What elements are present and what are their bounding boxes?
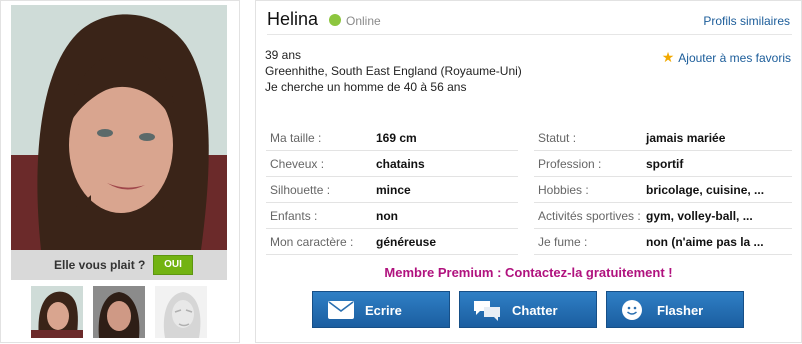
attribute-value: généreuse bbox=[376, 235, 437, 249]
attribute-value: chatains bbox=[376, 157, 425, 171]
attribute-value: 169 cm bbox=[376, 131, 417, 145]
attribute-row: Je fume : non (n'aime pas la ... bbox=[534, 229, 792, 255]
envelope-icon bbox=[328, 301, 354, 319]
chat-button[interactable]: Chatter bbox=[459, 291, 597, 328]
attribute-row: Silhouette : mince bbox=[266, 177, 518, 203]
attribute-row: Activités sportives : gym, volley-ball, … bbox=[534, 203, 792, 229]
attribute-value: non bbox=[376, 209, 398, 223]
photo-thumbnail-1[interactable] bbox=[31, 286, 83, 338]
online-status-icon bbox=[329, 14, 341, 26]
profile-info-panel: Helina Online Profils similaires 39 ans … bbox=[255, 0, 802, 343]
attribute-row: Enfants : non bbox=[266, 203, 518, 229]
attribute-value: gym, volley-ball, ... bbox=[646, 209, 753, 223]
vote-yes-button[interactable]: OUI bbox=[153, 255, 193, 275]
attribute-value: bricolage, cuisine, ... bbox=[646, 183, 765, 197]
online-status-label: Online bbox=[346, 14, 381, 28]
attribute-value: mince bbox=[376, 183, 411, 197]
attribute-label: Enfants : bbox=[270, 209, 318, 223]
main-profile-photo[interactable] bbox=[11, 5, 227, 250]
similar-profiles-link[interactable]: Profils similaires bbox=[703, 14, 790, 28]
premium-contact-link[interactable]: Membre Premium : Contactez-la gratuiteme… bbox=[256, 265, 801, 280]
flash-button-label: Flasher bbox=[657, 303, 704, 318]
vote-question: Elle vous plait ? bbox=[54, 258, 146, 272]
attribute-label: Cheveux : bbox=[270, 157, 325, 171]
vote-bar: Elle vous plait ? OUI bbox=[11, 250, 227, 280]
attribute-value: non (n'aime pas la ... bbox=[646, 235, 764, 249]
photo-thumbnail-3[interactable] bbox=[155, 286, 207, 338]
photo-panel: Elle vous plait ? OUI bbox=[0, 0, 240, 343]
profile-name: Helina bbox=[267, 9, 319, 29]
attribute-label: Mon caractère : bbox=[270, 235, 354, 249]
attribute-value: sportif bbox=[646, 157, 684, 171]
attribute-label: Activités sportives : bbox=[538, 209, 641, 223]
attribute-label: Je fume : bbox=[538, 235, 588, 249]
chat-bubbles-icon bbox=[474, 301, 500, 321]
attribute-row: Statut : jamais mariée bbox=[534, 125, 792, 151]
chat-button-label: Chatter bbox=[512, 303, 558, 318]
header-divider bbox=[267, 34, 792, 35]
attribute-label: Ma taille : bbox=[270, 131, 322, 145]
flash-button[interactable]: Flasher bbox=[606, 291, 744, 328]
attribute-label: Profession : bbox=[538, 157, 602, 171]
attribute-row: Mon caractère : généreuse bbox=[266, 229, 518, 255]
attribute-row: Cheveux : chatains bbox=[266, 151, 518, 177]
attribute-row: Hobbies : bricolage, cuisine, ... bbox=[534, 177, 792, 203]
smiley-icon bbox=[622, 300, 642, 320]
write-button[interactable]: Ecrire bbox=[312, 291, 450, 328]
attribute-label: Silhouette : bbox=[270, 183, 331, 197]
attribute-row: Profession : sportif bbox=[534, 151, 792, 177]
add-favorite-link[interactable]: ★ Ajouter à mes favoris bbox=[662, 49, 791, 66]
write-button-label: Ecrire bbox=[365, 303, 402, 318]
profile-age: 39 ans bbox=[265, 48, 302, 62]
attribute-value: jamais mariée bbox=[646, 131, 726, 145]
attribute-label: Hobbies : bbox=[538, 183, 589, 197]
add-favorite-label: Ajouter à mes favoris bbox=[678, 51, 791, 65]
star-icon: ★ bbox=[661, 49, 675, 65]
profile-seeking: Je cherche un homme de 40 à 56 ans bbox=[265, 80, 467, 94]
photo-thumbnail-2[interactable] bbox=[93, 286, 145, 338]
profile-location: Greenhithe, South East England (Royaume-… bbox=[265, 64, 522, 78]
attribute-row: Ma taille : 169 cm bbox=[266, 125, 518, 151]
attribute-label: Statut : bbox=[538, 131, 577, 145]
